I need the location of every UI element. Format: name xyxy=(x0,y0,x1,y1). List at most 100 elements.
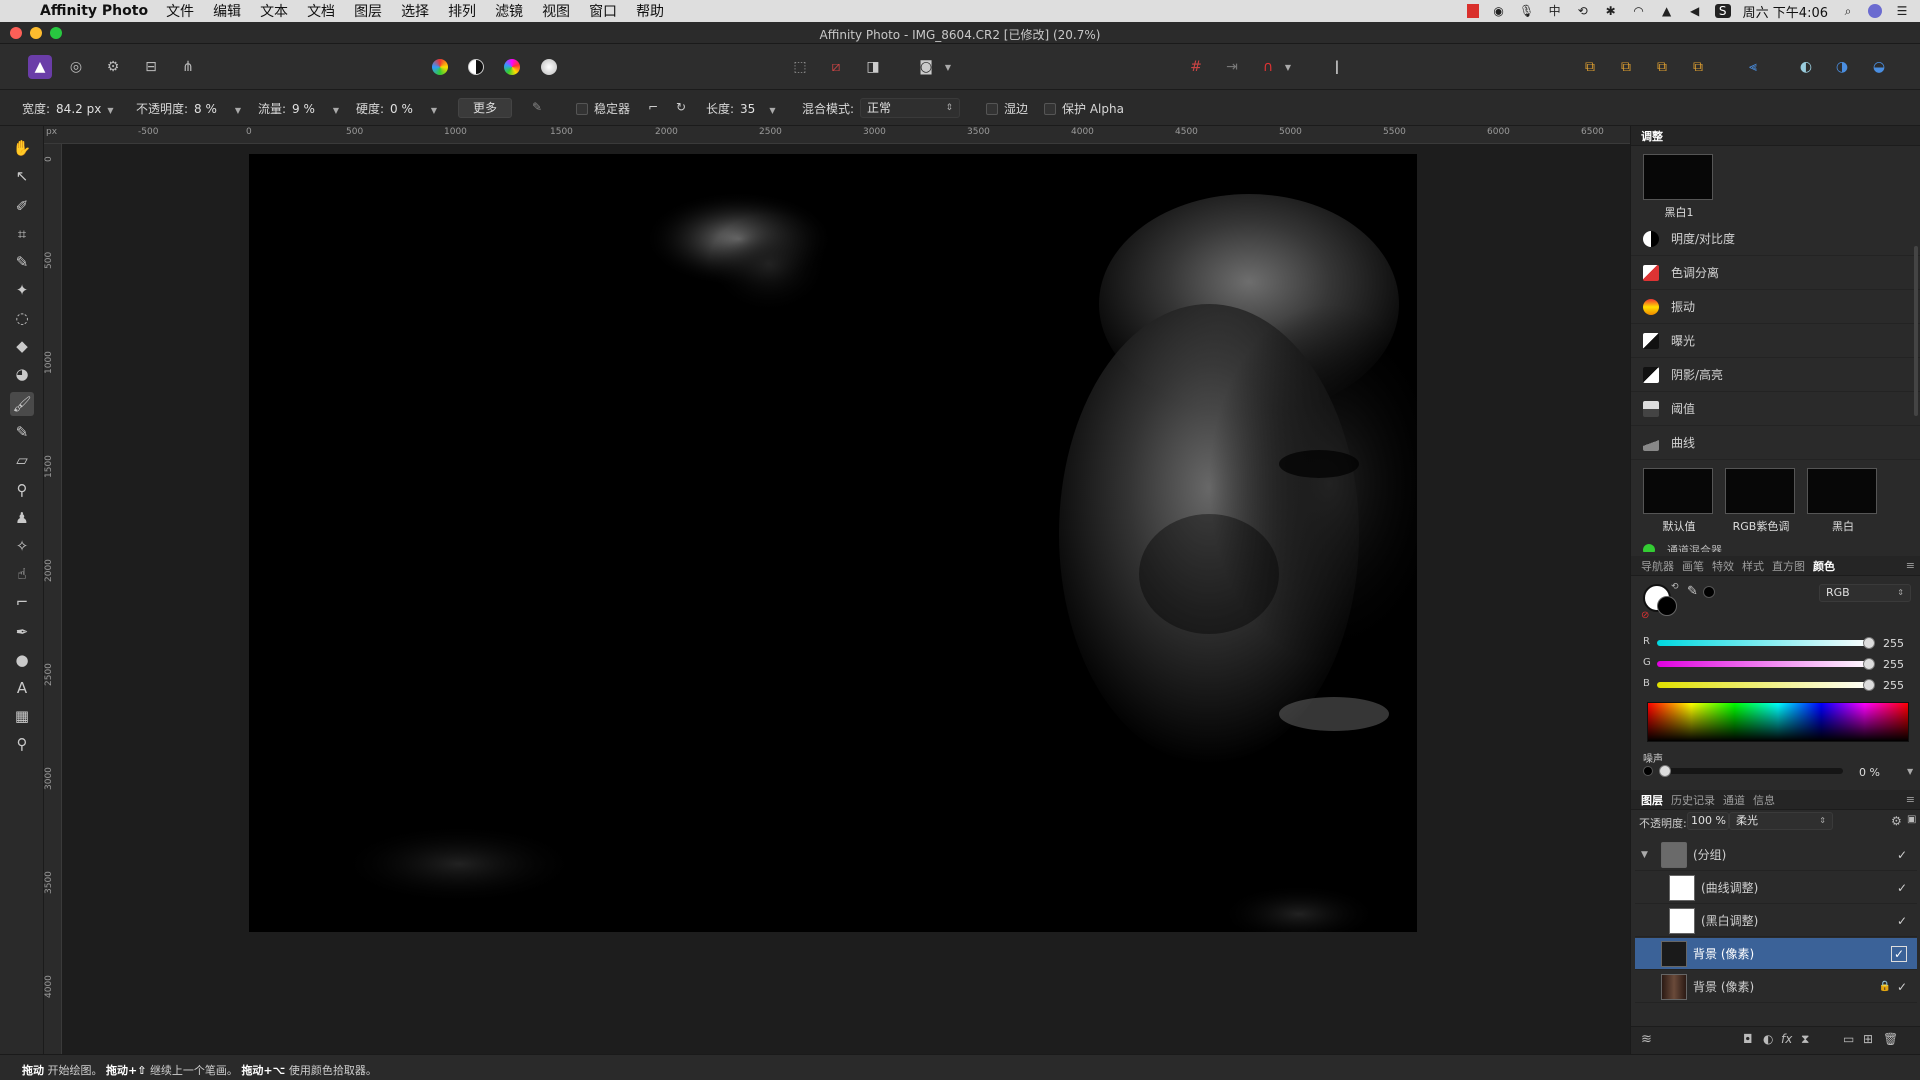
menu-arrange[interactable]: 排列 xyxy=(448,1,476,21)
bluetooth-icon[interactable]: ✱ xyxy=(1603,4,1619,18)
boolean-add-icon[interactable]: ◐ xyxy=(1794,55,1818,79)
notification-center-icon[interactable]: ☰ xyxy=(1894,4,1910,18)
layer-visibility-checkbox[interactable]: ✓ xyxy=(1897,848,1907,862)
ellipse-tool-icon[interactable]: ● xyxy=(10,648,34,672)
b-channel-slider[interactable] xyxy=(1657,679,1875,691)
menu-layer[interactable]: 图层 xyxy=(354,1,382,21)
tab-history[interactable]: 历史记录 xyxy=(1671,792,1715,808)
time-machine-icon[interactable]: ⟲ xyxy=(1575,4,1591,18)
color-picker-tool-icon[interactable]: ✐ xyxy=(10,194,34,218)
adjustment-item-channel-mixer[interactable]: 通道混合器 xyxy=(1643,544,1722,552)
flow-control[interactable]: 流量: 9 % ▼ xyxy=(258,100,339,117)
menu-select[interactable]: 选择 xyxy=(401,1,429,21)
live-filter-icon[interactable]: ⧗ xyxy=(1801,1032,1809,1047)
arrange-front-icon[interactable]: ⧉ xyxy=(1686,55,1710,79)
crop-tool-icon[interactable]: ⌗ xyxy=(10,222,34,246)
noise-value[interactable]: 0 % xyxy=(1859,766,1880,779)
snapping-grid-icon[interactable]: # xyxy=(1184,55,1208,79)
swap-colors-icon[interactable]: ⟲ xyxy=(1671,582,1679,592)
color-picker-icon[interactable]: ✎ xyxy=(1687,584,1698,599)
color-replacement-tool-icon[interactable]: ✎ xyxy=(10,420,34,444)
hardness-dropdown-icon[interactable]: ▼ xyxy=(431,106,437,115)
adjustment-preset-thumb[interactable] xyxy=(1643,154,1713,200)
stabilizer-toggle[interactable]: 稳定器 xyxy=(576,100,630,117)
adjustment-item-posterize[interactable]: 色调分离 xyxy=(1631,256,1920,290)
quick-mask-dropdown-icon[interactable]: ▼ xyxy=(942,55,954,79)
protect-alpha-checkbox[interactable] xyxy=(1044,103,1056,115)
menu-file[interactable]: 文件 xyxy=(166,1,194,21)
tab-styles[interactable]: 样式 xyxy=(1742,558,1764,574)
menu-window[interactable]: 窗口 xyxy=(589,1,617,21)
more-button[interactable]: 更多 xyxy=(458,98,513,118)
color-spectrum[interactable] xyxy=(1647,702,1909,742)
artistic-text-tool-icon[interactable]: A xyxy=(10,676,34,700)
auto-levels-icon[interactable] xyxy=(428,55,452,79)
mic-icon[interactable]: 🎙 xyxy=(1519,4,1535,18)
tab-channels[interactable]: 通道 xyxy=(1723,792,1745,808)
menu-filters[interactable]: 滤镜 xyxy=(495,1,523,21)
secondary-color-swatch[interactable] xyxy=(1657,596,1677,616)
freehand-selection-tool-icon[interactable]: ◌ xyxy=(10,306,34,330)
curves-preset-thumb[interactable] xyxy=(1725,468,1795,514)
deselect-icon[interactable]: ⧄ xyxy=(824,55,848,79)
erase-brush-tool-icon[interactable]: ▱ xyxy=(10,448,34,472)
canvas-area[interactable] xyxy=(62,144,1630,1054)
width-dropdown-icon[interactable]: ▼ xyxy=(107,106,113,115)
stabilizer-checkbox[interactable] xyxy=(576,103,588,115)
user-avatar-icon[interactable] xyxy=(1868,4,1882,18)
layer-settings-gear-icon[interactable]: ⚙ xyxy=(1891,814,1902,828)
color-mode-select[interactable]: RGB ⇕ xyxy=(1819,584,1911,602)
record-icon[interactable] xyxy=(1466,4,1479,18)
layer-visibility-checkbox[interactable]: ✓ xyxy=(1897,980,1907,994)
flood-fill-tool-icon[interactable]: ◆ xyxy=(10,334,34,358)
r-channel-slider[interactable] xyxy=(1657,637,1875,649)
curves-preset-thumb[interactable] xyxy=(1643,468,1713,514)
auto-colors-icon[interactable] xyxy=(500,55,524,79)
delete-layer-icon[interactable]: 🗑 xyxy=(1883,1032,1898,1046)
window-mode-icon[interactable]: ↻ xyxy=(676,100,686,114)
layer-visibility-checkbox[interactable]: ✓ xyxy=(1897,914,1907,928)
airplay-icon[interactable]: ▲ xyxy=(1659,4,1675,18)
export-persona-icon[interactable]: ⋔ xyxy=(176,55,200,79)
layer-row-bw-adjustment[interactable]: (黑白调整) ✓ xyxy=(1635,905,1917,937)
length-value[interactable]: 35 xyxy=(740,102,755,116)
smudge-brush-tool-icon[interactable]: ☝ xyxy=(10,562,34,586)
zoom-tool-icon[interactable]: ⚲ xyxy=(10,732,34,756)
expand-group-icon[interactable]: ▼ xyxy=(1641,850,1648,860)
snapping-dropdown-icon[interactable]: ▼ xyxy=(1282,55,1294,79)
tab-info[interactable]: 信息 xyxy=(1753,792,1775,808)
align-icon[interactable]: ⇥ xyxy=(1220,55,1244,79)
hardness-control[interactable]: 硬度: 0 % ▼ xyxy=(356,100,437,117)
info-assistant-icon[interactable]: ǀ xyxy=(1325,55,1349,79)
tab-effects[interactable]: 特效 xyxy=(1712,558,1734,574)
tab-navigator[interactable]: 导航器 xyxy=(1641,558,1674,574)
pen-tool-icon[interactable]: ✒ xyxy=(10,620,34,644)
left-ruler[interactable]: 0 500 1000 1500 2000 2500 3000 3500 4000 xyxy=(44,144,62,1054)
menu-help[interactable]: 帮助 xyxy=(636,1,664,21)
tab-histogram[interactable]: 直方图 xyxy=(1772,558,1805,574)
wifi-icon[interactable]: ◠ xyxy=(1631,4,1647,18)
mask-layer-icon[interactable]: ◘ xyxy=(1743,1032,1753,1046)
develop-persona-icon[interactable]: ⚙ xyxy=(101,55,125,79)
layer-row-background-selected[interactable]: 背景 (像素) ✓ xyxy=(1635,938,1917,970)
layer-opacity-select[interactable]: 100 % xyxy=(1687,812,1729,830)
tone-mapping-persona-icon[interactable]: ⊟ xyxy=(139,55,163,79)
slider-knob[interactable] xyxy=(1863,679,1875,691)
opacity-dropdown-icon[interactable]: ▼ xyxy=(235,106,241,115)
clock[interactable]: 周六 下午4:06 xyxy=(1743,2,1828,21)
panel-scrollbar[interactable] xyxy=(1914,246,1918,416)
layer-visibility-checkbox[interactable]: ✓ xyxy=(1890,945,1907,962)
slider-knob[interactable] xyxy=(1863,658,1875,670)
adjustment-item-vibrance[interactable]: 振动 xyxy=(1631,290,1920,324)
layer-locked-icon[interactable]: 🔒 xyxy=(1879,981,1891,992)
width-value[interactable]: 84.2 px xyxy=(56,102,101,116)
length-dropdown-icon[interactable]: ▼ xyxy=(769,106,775,115)
b-channel-value[interactable]: 255 xyxy=(1883,679,1904,692)
quick-mask-icon[interactable]: ◙ xyxy=(914,55,938,79)
auto-contrast-icon[interactable] xyxy=(464,55,488,79)
noise-dropdown-icon[interactable]: ▼ xyxy=(1907,767,1913,776)
width-control[interactable]: 宽度: 84.2 px ▼ xyxy=(22,100,113,117)
flow-value[interactable]: 9 % xyxy=(292,102,315,116)
arrange-forward-icon[interactable]: ⧉ xyxy=(1650,55,1674,79)
menu-document[interactable]: 文档 xyxy=(307,1,335,21)
